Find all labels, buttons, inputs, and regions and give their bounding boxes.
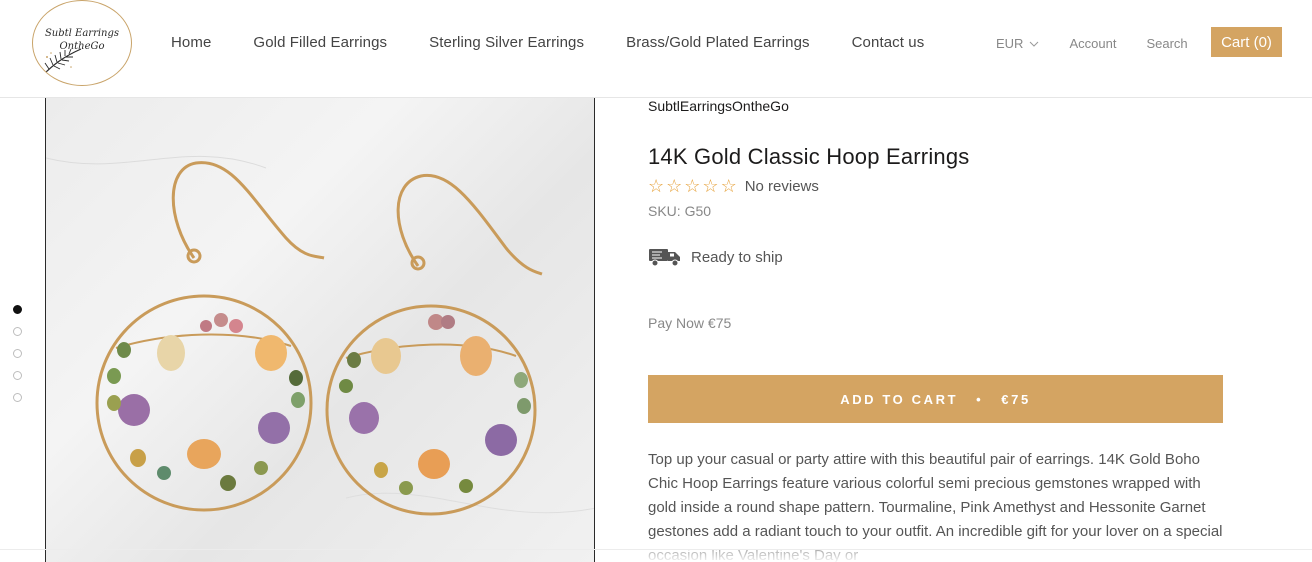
gallery-dot-5[interactable]: [13, 393, 22, 402]
add-to-cart-label: ADD TO CART: [840, 391, 959, 407]
reviews-count[interactable]: No reviews: [745, 178, 819, 195]
logo-text: Subtl Earrings OntheGo: [44, 28, 120, 52]
divider: [0, 549, 1312, 550]
add-to-cart-button[interactable]: ADD TO CART • €75: [648, 375, 1223, 423]
gallery-dots: [13, 305, 22, 415]
site-header: Subtl Earrings OntheGo Home Gold Filled …: [0, 0, 1312, 98]
header-utilities: EUR Account Search: [996, 34, 1218, 51]
ship-status-text: Ready to ship: [691, 248, 783, 266]
delivery-truck-icon: [649, 249, 680, 267]
shipping-status: Ready to ship: [648, 246, 783, 268]
earrings-illustration: [46, 155, 594, 516]
product-vendor[interactable]: SubtlEarringsOntheGo: [648, 98, 789, 114]
pay-now-price: Pay Now €75: [648, 315, 732, 331]
product-sku: SKU: G50: [648, 203, 712, 219]
nav-contact-us[interactable]: Contact us: [852, 34, 925, 51]
brand-logo[interactable]: Subtl Earrings OntheGo: [32, 0, 132, 86]
currency-label: EUR: [996, 36, 1024, 51]
gallery-dot-3[interactable]: [13, 349, 22, 358]
star-outline-icon: ☆: [666, 176, 683, 196]
gallery-dot-2[interactable]: [13, 327, 22, 336]
product-rating[interactable]: ☆ ☆ ☆ ☆ ☆ No reviews: [648, 177, 819, 195]
gallery-dot-4[interactable]: [13, 371, 22, 380]
star-outline-icon: ☆: [720, 176, 737, 196]
account-link[interactable]: Account: [1069, 36, 1116, 51]
product-title: 14K Gold Classic Hoop Earrings: [648, 144, 970, 169]
star-outline-icon: ☆: [702, 176, 719, 196]
gallery-dot-1[interactable]: [13, 305, 22, 314]
chevron-down-icon: [1030, 41, 1039, 47]
nav-sterling-silver-earrings[interactable]: Sterling Silver Earrings: [429, 34, 584, 51]
cart-button[interactable]: Cart (0): [1211, 27, 1282, 57]
add-to-cart-separator: •: [976, 391, 984, 407]
main-nav: Home Gold Filled Earrings Sterling Silve…: [171, 34, 966, 51]
currency-selector[interactable]: EUR: [996, 36, 1039, 51]
nav-home[interactable]: Home: [171, 34, 211, 51]
star-outline-icon: ☆: [648, 176, 665, 196]
product-image[interactable]: [45, 98, 595, 562]
nav-gold-filled-earrings[interactable]: Gold Filled Earrings: [253, 34, 387, 51]
search-link[interactable]: Search: [1146, 36, 1187, 51]
nav-brass-gold-plated-earrings[interactable]: Brass/Gold Plated Earrings: [626, 34, 810, 51]
star-outline-icon: ☆: [684, 176, 701, 196]
add-to-cart-price: €75: [1001, 391, 1031, 407]
description-fade: [640, 540, 1240, 562]
